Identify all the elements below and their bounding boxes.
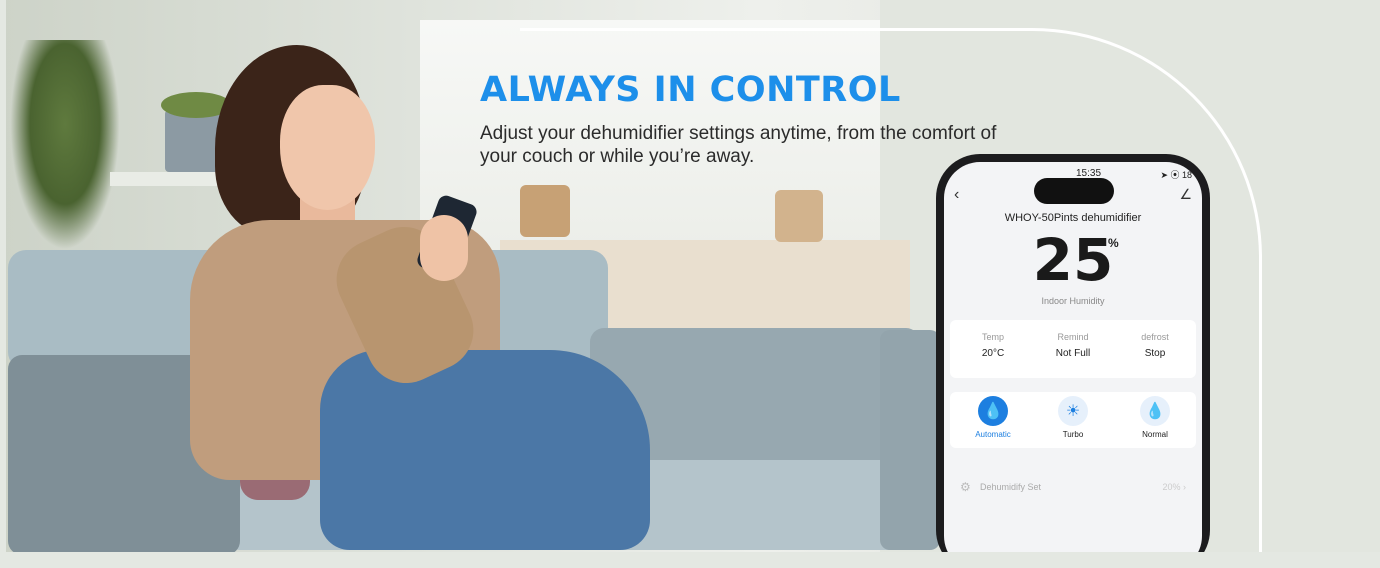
- stat-label: Temp: [981, 332, 1004, 342]
- stat-label: defrost: [1141, 332, 1169, 342]
- stat-value: Stop: [1144, 348, 1166, 359]
- humidity-unit: %: [1108, 236, 1119, 250]
- sun-icon: ☀: [1058, 396, 1088, 426]
- stat-value: 20°C: [981, 348, 1005, 359]
- mode-label: Normal: [1142, 430, 1168, 439]
- stat-remind: Remind Not Full: [1038, 332, 1108, 359]
- headline: ALWAYS IN CONTROL: [480, 70, 901, 110]
- phone-mockup: 15:35 ➤ ⦿ 18 ‹ ∠ WHOY-50Pints dehumidifi…: [936, 154, 1210, 568]
- stat-label: Remind: [1057, 332, 1089, 342]
- stats-card: Temp 20°C Remind Not Full defrost Stop: [950, 320, 1196, 378]
- subheadline: Adjust your dehumidifier settings anytim…: [480, 123, 997, 167]
- mode-label: Automatic: [975, 430, 1011, 439]
- mode-automatic-button[interactable]: 💧 Automatic: [958, 396, 1028, 439]
- stat-value: Not Full: [1055, 348, 1091, 359]
- humidity-label: Indoor Humidity: [1041, 296, 1105, 306]
- setting-value: 20% ›: [1162, 482, 1186, 492]
- edit-icon[interactable]: ∠: [1179, 186, 1192, 203]
- promo-banner: ALWAYS IN CONTROL Adjust your dehumidifi…: [0, 0, 1380, 568]
- setting-label: Dehumidify Set: [980, 482, 1042, 492]
- woman-hand: [420, 215, 468, 281]
- stat-defrost: defrost Stop: [1120, 332, 1190, 359]
- shelf: [110, 172, 230, 186]
- plant: [10, 40, 120, 250]
- dehumidify-set-row[interactable]: ⚙ Dehumidify Set 20% ›: [950, 474, 1196, 502]
- app-screen: 15:35 ➤ ⦿ 18 ‹ ∠ WHOY-50Pints dehumidifi…: [944, 162, 1202, 568]
- water-drop-icon: 💧: [978, 396, 1008, 426]
- gear-icon: ⚙: [960, 480, 971, 494]
- woman-face: [280, 85, 375, 210]
- chevron-left-icon[interactable]: ‹: [954, 186, 959, 204]
- humidity-value: 25: [1032, 226, 1114, 294]
- bottom-border: [0, 552, 1380, 568]
- mode-turbo-button[interactable]: ☀ Turbo: [1038, 396, 1108, 439]
- drops-icon: 💧: [1140, 396, 1170, 426]
- mode-normal-button[interactable]: 💧 Normal: [1120, 396, 1190, 439]
- mode-selector: 💧 Automatic ☀ Turbo 💧 Normal: [950, 392, 1196, 448]
- device-name: WHOY-50Pints dehumidifier: [1004, 212, 1142, 224]
- mode-label: Turbo: [1062, 430, 1084, 439]
- left-border: [0, 0, 6, 568]
- dynamic-island: [1034, 178, 1114, 204]
- stat-temp: Temp 20°C: [958, 332, 1028, 359]
- status-icons: ➤ ⦿ 18: [1160, 170, 1192, 180]
